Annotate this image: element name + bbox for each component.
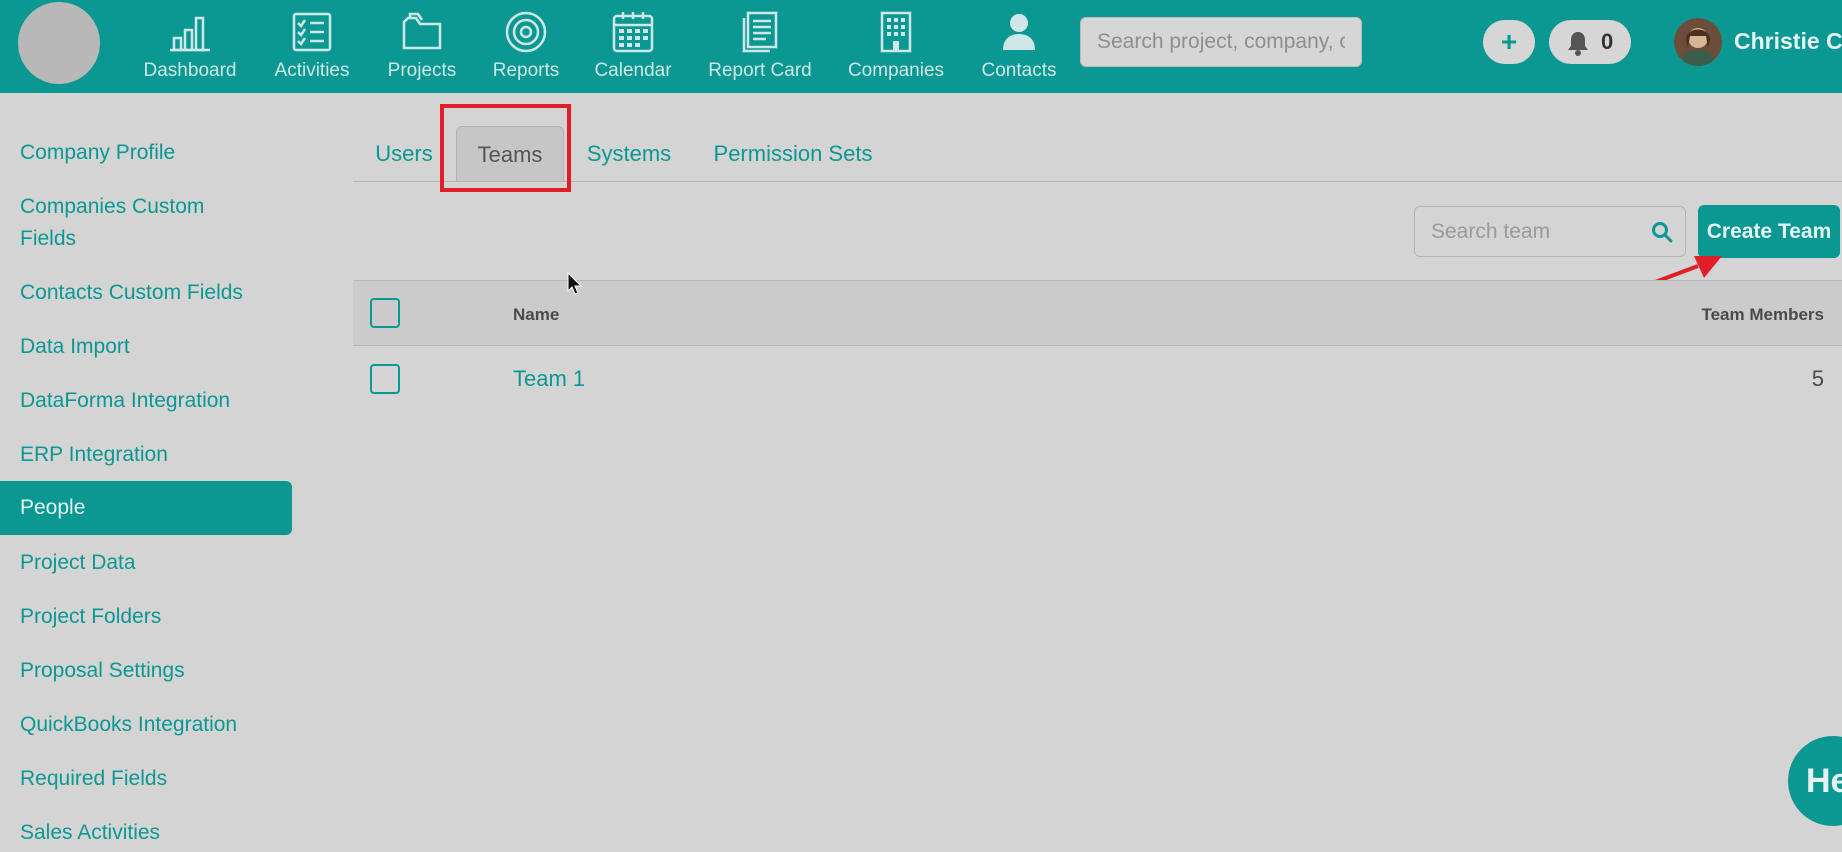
sidebar-item-project-folders[interactable]: Project Folders xyxy=(0,601,292,633)
nav-reports[interactable]: Reports xyxy=(489,0,563,90)
nav-dashboard[interactable]: Dashboard xyxy=(140,0,240,90)
sidebar-item-label: Data Import xyxy=(20,335,130,358)
sidebar-item-label: Project Folders xyxy=(20,605,162,628)
avatar-photo-icon xyxy=(1674,18,1722,66)
bar-chart-icon xyxy=(170,16,210,52)
calendar-icon xyxy=(612,12,654,53)
column-header-name[interactable]: Name xyxy=(513,305,559,325)
sidebar-item-required-fields[interactable]: Required Fields xyxy=(0,763,292,795)
document-icon xyxy=(742,11,778,53)
nav-activities[interactable]: Activities xyxy=(270,0,354,90)
sidebar-item-quickbooks-integration[interactable]: QuickBooks Integration xyxy=(0,709,292,741)
team-members-count: 5 xyxy=(1811,366,1824,391)
building-icon xyxy=(880,11,912,53)
sidebar-item-label: QuickBooks Integration xyxy=(20,713,238,736)
nav-label: Reports xyxy=(492,60,560,81)
sidebar-item-contacts-custom-fields[interactable]: Contacts Custom Fields xyxy=(0,277,292,309)
row-checkbox[interactable] xyxy=(370,364,400,394)
sidebar-item-label: People xyxy=(20,496,86,519)
add-button[interactable]: + xyxy=(1483,20,1535,64)
sidebar-item-data-import[interactable]: Data Import xyxy=(0,331,292,363)
sidebar-item-label: Company Profile xyxy=(20,141,176,164)
nav-label: Dashboard xyxy=(143,60,237,81)
sidebar-item-companies-custom-fields[interactable]: Companies Custom Fields xyxy=(0,191,260,255)
sidebar-item-label: ERP Integration xyxy=(20,443,168,466)
tab-divider xyxy=(353,181,1842,182)
nav-label: Report Card xyxy=(708,60,812,81)
sidebar-item-erp-integration[interactable]: ERP Integration xyxy=(0,439,292,471)
global-search-input[interactable] xyxy=(1080,17,1362,67)
sidebar-item-sales-activities[interactable]: Sales Activities xyxy=(0,817,292,849)
sidebar-item-company-profile[interactable]: Company Profile xyxy=(0,137,292,169)
nav-label: Companies xyxy=(847,60,945,81)
sidebar-item-label: Contacts Custom Fields xyxy=(20,281,243,304)
select-all-checkbox[interactable] xyxy=(370,298,400,328)
nav-label: Contacts xyxy=(981,60,1057,81)
sidebar-item-label: Project Data xyxy=(20,551,136,574)
help-bubble[interactable]: He xyxy=(1788,736,1842,826)
nav-companies[interactable]: Companies xyxy=(846,0,946,90)
top-nav-bar: Dashboard Activities Projects Reports Ca… xyxy=(0,0,1842,93)
user-avatar[interactable] xyxy=(1674,18,1722,66)
target-icon xyxy=(505,11,547,53)
tab-systems[interactable]: Systems xyxy=(580,126,678,182)
sidebar-item-label: Required Fields xyxy=(20,767,168,790)
bell-icon xyxy=(1568,32,1588,56)
person-icon xyxy=(1003,14,1035,50)
sidebar-item-label: Proposal Settings xyxy=(20,659,185,682)
checklist-icon xyxy=(292,12,332,52)
team-name-link[interactable]: Team 1 xyxy=(513,366,585,392)
sidebar-item-label: Sales Activities xyxy=(20,821,161,844)
folder-icon xyxy=(402,12,442,50)
notifications-button[interactable]: 0 xyxy=(1549,20,1631,64)
nav-calendar[interactable]: Calendar xyxy=(592,0,674,90)
nav-contacts[interactable]: Contacts xyxy=(976,0,1062,90)
nav-label: Projects xyxy=(387,60,457,81)
mouse-cursor-icon xyxy=(567,272,583,295)
nav-label: Calendar xyxy=(594,60,672,81)
nav-label: Activities xyxy=(274,60,350,81)
company-logo[interactable] xyxy=(18,2,100,84)
sidebar-item-label: DataForma Integration xyxy=(20,389,231,412)
column-header-team-members[interactable]: Team Members xyxy=(1701,305,1824,325)
sidebar-item-project-data[interactable]: Project Data xyxy=(0,547,292,579)
sidebar-item-dataforma-integration[interactable]: DataForma Integration xyxy=(0,385,292,417)
sidebar-item-proposal-settings[interactable]: Proposal Settings xyxy=(0,655,292,687)
tab-permission-sets[interactable]: Permission Sets xyxy=(708,126,878,182)
nav-report-card[interactable]: Report Card xyxy=(704,0,816,90)
user-name[interactable]: Christie Co xyxy=(1734,28,1842,55)
notification-count: 0 xyxy=(1601,29,1614,54)
sidebar-item-label: Companies Custom Fields xyxy=(20,195,205,250)
annotation-highlight-box xyxy=(440,104,571,192)
search-icon[interactable] xyxy=(1651,221,1673,243)
tab-users[interactable]: Users xyxy=(368,126,440,182)
nav-projects[interactable]: Projects xyxy=(384,0,460,90)
sidebar-item-people[interactable]: People xyxy=(0,481,292,535)
